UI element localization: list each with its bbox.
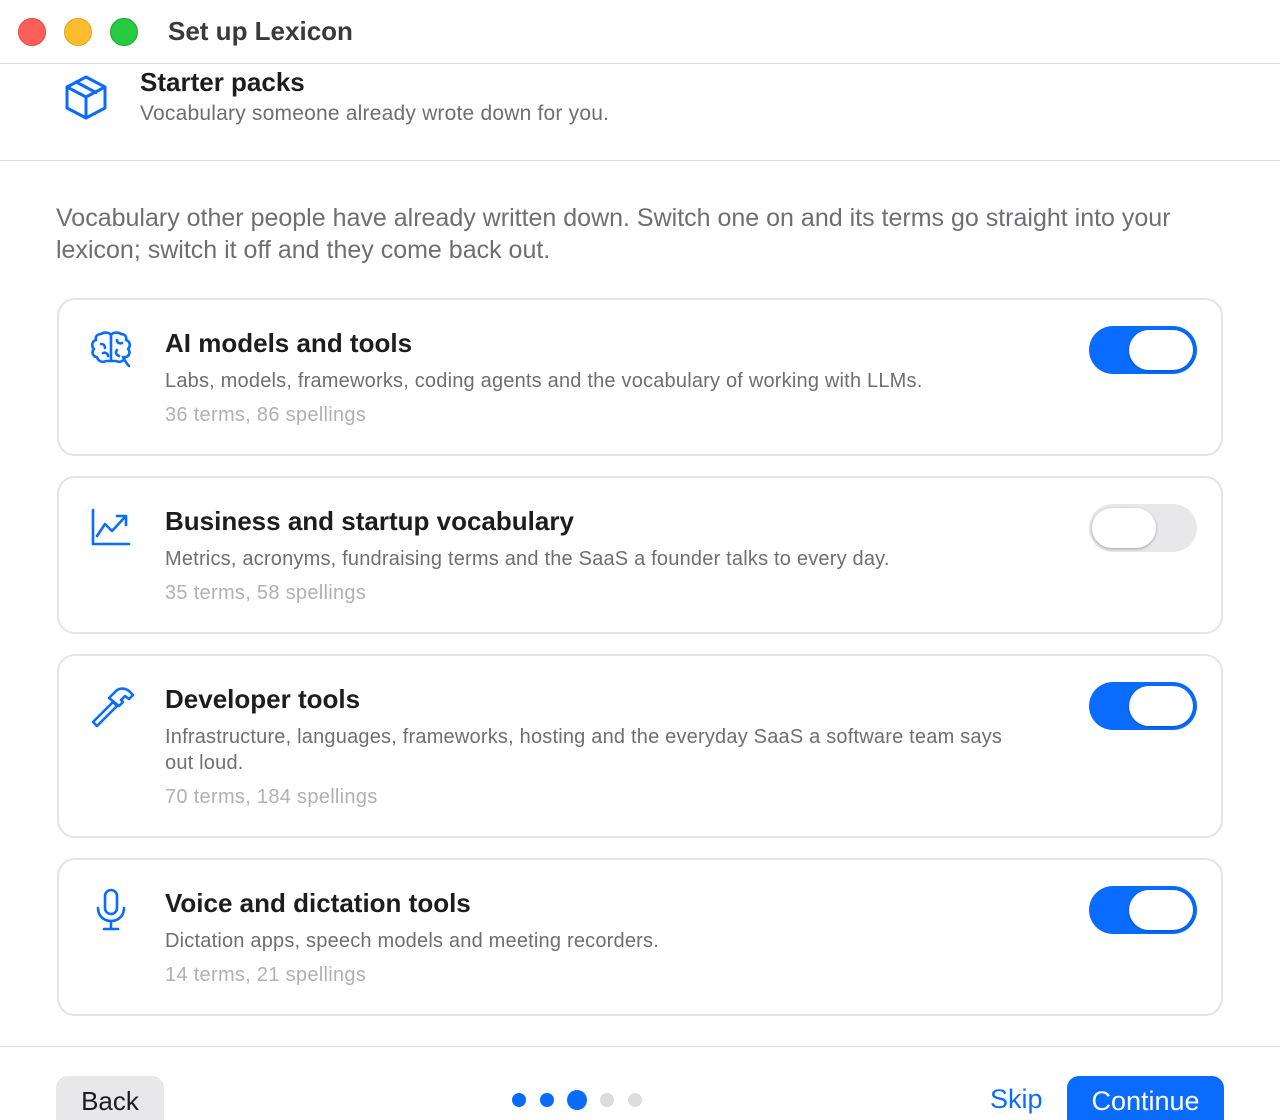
pack-meta: 36 terms, 86 spellings [165, 404, 367, 426]
pack-meta: 70 terms, 184 spellings [165, 786, 378, 808]
pack-description: Labs, models, frameworks, coding agents … [165, 370, 923, 392]
continue-button[interactable]: Continue [1067, 1076, 1224, 1120]
pack-card-business: Business and startup vocabulary Metrics,… [57, 476, 1223, 634]
step-dot-4 [600, 1093, 614, 1107]
toggle-knob [1129, 330, 1193, 370]
pack-toggle-voice-dictation[interactable] [1089, 886, 1197, 934]
brain-icon [90, 331, 132, 368]
skip-button[interactable]: Skip [990, 1084, 1043, 1115]
pack-description: Metrics, acronyms, fundraising terms and… [165, 548, 890, 570]
pack-card-developer-tools: Developer tools Infrastructure, language… [57, 654, 1223, 838]
pack-title: Developer tools [165, 684, 361, 714]
page-subtitle: Vocabulary someone already wrote down fo… [140, 102, 610, 125]
page-title: Starter packs [140, 67, 305, 97]
toggle-knob [1092, 508, 1156, 548]
pack-toggle-ai-models[interactable] [1089, 326, 1197, 374]
pack-description: Dictation apps, speech models and meetin… [165, 930, 659, 952]
step-dot-1 [512, 1093, 526, 1107]
page-header: Starter packs Vocabulary someone already… [0, 64, 1280, 161]
step-dot-2 [540, 1093, 554, 1107]
hammer-icon [91, 687, 135, 728]
maximize-window-button[interactable] [110, 18, 138, 46]
toggle-knob [1129, 686, 1193, 726]
pack-meta: 14 terms, 21 spellings [165, 964, 367, 986]
minimize-window-button[interactable] [64, 18, 92, 46]
footer-divider [0, 1046, 1280, 1047]
pack-card-ai-models: AI models and tools Labs, models, framew… [57, 298, 1223, 456]
title-bar: Set up Lexicon [0, 0, 1280, 64]
step-dot-5 [628, 1093, 642, 1107]
pack-meta: 35 terms, 58 spellings [165, 582, 367, 604]
intro-text: Vocabulary other people have already wri… [56, 204, 1171, 264]
microphone-icon [96, 888, 126, 931]
pack-card-voice-dictation: Voice and dictation tools Dictation apps… [57, 858, 1223, 1016]
close-window-button[interactable] [18, 18, 46, 46]
back-button[interactable]: Back [56, 1076, 164, 1120]
pack-toggle-business[interactable] [1089, 504, 1197, 552]
pack-description: Infrastructure, languages, frameworks, h… [165, 726, 1003, 774]
step-dot-3-current [567, 1090, 587, 1110]
pack-title: AI models and tools [165, 328, 413, 358]
chart-trend-icon [91, 508, 131, 546]
pack-title: Voice and dictation tools [165, 888, 471, 918]
cube-icon [65, 75, 107, 120]
pack-toggle-developer-tools[interactable] [1089, 682, 1197, 730]
window-title: Set up Lexicon [168, 16, 353, 46]
pack-title: Business and startup vocabulary [165, 506, 574, 536]
toggle-knob [1129, 890, 1193, 930]
